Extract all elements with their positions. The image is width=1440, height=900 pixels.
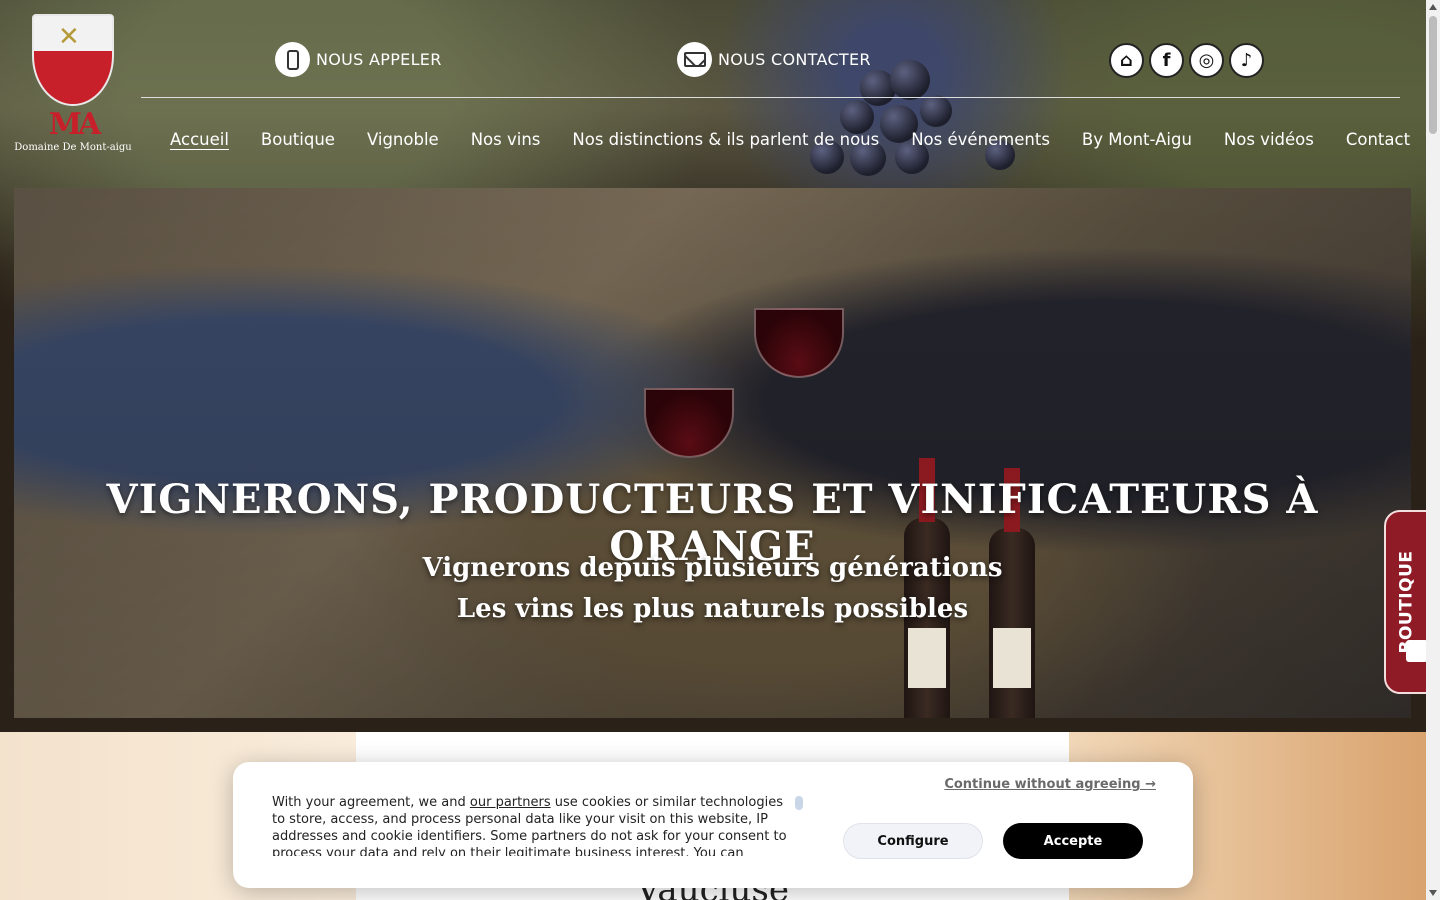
scroll-up-arrow-icon[interactable]: [1429, 4, 1437, 10]
continue-without-agreeing-link[interactable]: Continue without agreeing →: [944, 777, 1156, 792]
page-scrollbar[interactable]: [1426, 0, 1440, 900]
cookie-text-scrollbar[interactable]: [795, 796, 803, 810]
nav-item-nos-vins[interactable]: Nos vins: [471, 130, 541, 149]
phone-icon: [275, 42, 310, 77]
nav-item-by-mont-aigu[interactable]: By Mont-Aigu: [1082, 130, 1192, 149]
wine-glass-image: [754, 308, 844, 378]
accept-button[interactable]: Accepte: [1003, 823, 1143, 859]
facebook-icon[interactable]: f: [1149, 43, 1184, 78]
coat-of-arms-icon: ✕: [32, 14, 114, 106]
hero-subtitle-line2: Les vins les plus naturels possibles: [456, 594, 969, 624]
nav-item-evenements[interactable]: Nos événements: [911, 130, 1050, 149]
configure-button[interactable]: Configure: [843, 823, 983, 859]
header-divider: [141, 97, 1400, 98]
nav-item-contact[interactable]: Contact: [1346, 130, 1410, 149]
nav-item-boutique[interactable]: Boutique: [261, 130, 335, 149]
social-links: ⌂ f ◎ ♪: [1109, 43, 1264, 78]
nav-item-accueil[interactable]: Accueil: [170, 130, 229, 149]
logo-monogram: MA: [48, 107, 101, 142]
hero-subtitle: Vignerons depuis plusieurs générations L…: [14, 548, 1411, 630]
site-logo[interactable]: ✕ MA Domaine De Mont-aigu: [14, 14, 132, 159]
contact-label: NOUS CONTACTER: [718, 50, 871, 69]
wine-glass-image: [644, 388, 734, 458]
boutique-tab-label: BOUTIQUE: [1396, 550, 1417, 654]
shopping-bag-icon: [1406, 640, 1428, 662]
nav-item-vignoble[interactable]: Vignoble: [367, 130, 439, 149]
call-link[interactable]: NOUS APPELER: [275, 42, 442, 77]
call-label: NOUS APPELER: [316, 50, 442, 69]
tiktok-icon[interactable]: ♪: [1229, 43, 1264, 78]
hero-subtitle-line1: Vignerons depuis plusieurs générations: [422, 553, 1003, 583]
scroll-down-arrow-icon[interactable]: [1429, 890, 1437, 896]
contact-link[interactable]: NOUS CONTACTER: [677, 42, 871, 77]
cookie-consent-banner: With your agreement, we and our partners…: [233, 762, 1193, 888]
store-icon[interactable]: ⌂: [1109, 43, 1144, 78]
scrollbar-thumb[interactable]: [1429, 16, 1437, 134]
nav-item-distinctions[interactable]: Nos distinctions & ils parlent de nous: [572, 130, 879, 149]
mail-icon: [677, 42, 712, 77]
hero-banner: VIGNERONS, PRODUCTEURS ET VINIFICATEURS …: [14, 188, 1411, 718]
instagram-icon[interactable]: ◎: [1189, 43, 1224, 78]
logo-name: Domaine De Mont-aigu: [14, 142, 132, 153]
boutique-side-tab[interactable]: BOUTIQUE: [1384, 510, 1428, 694]
partners-link[interactable]: our partners: [470, 795, 551, 810]
main-nav: Accueil Boutique Vignoble Nos vins Nos d…: [170, 130, 1440, 149]
cookie-text: With your agreement, we and our partners…: [272, 795, 787, 856]
nav-item-videos[interactable]: Nos vidéos: [1224, 130, 1314, 149]
